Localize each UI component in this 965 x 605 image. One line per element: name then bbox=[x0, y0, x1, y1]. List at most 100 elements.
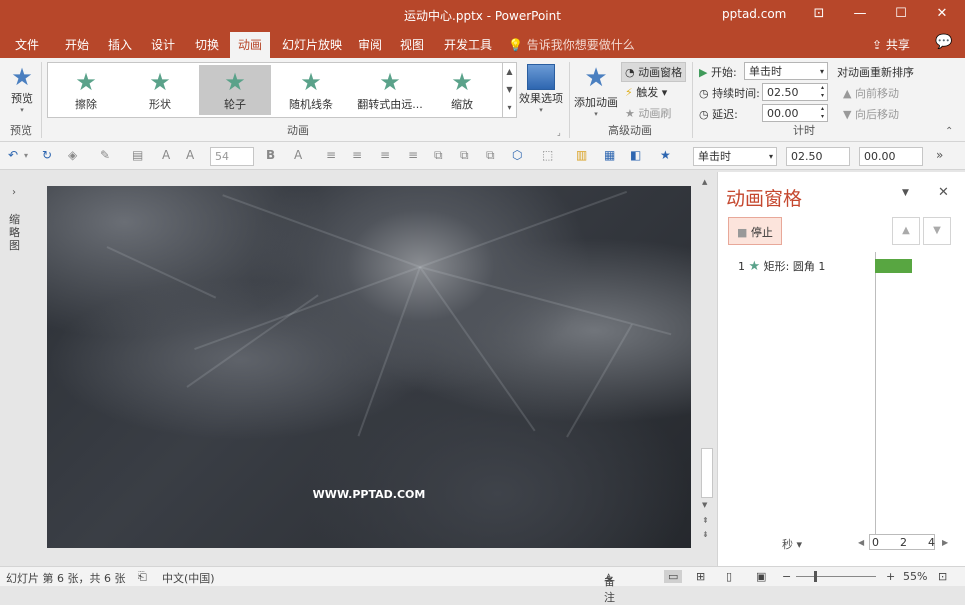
align-right-icon[interactable]: ≡ bbox=[380, 148, 390, 162]
slide-canvas[interactable]: WWW.PPTAD.COM bbox=[47, 186, 691, 548]
share-button[interactable]: ⇪ 共享 bbox=[872, 36, 910, 53]
redo-icon[interactable]: ↻ bbox=[42, 148, 52, 162]
slide-scrollbar[interactable]: ▲ ▼ ⇞ ⇟ bbox=[699, 178, 715, 548]
tab-developer[interactable]: 开发工具 bbox=[444, 36, 492, 53]
shapes-icon[interactable]: ⬡ bbox=[512, 148, 522, 162]
prev-slide-icon[interactable]: ⇞ bbox=[702, 516, 709, 525]
zoom-in-icon[interactable]: + bbox=[886, 570, 895, 583]
seconds-dropdown[interactable]: 秒 ▾ bbox=[782, 536, 802, 552]
justify-icon[interactable]: ≡ bbox=[408, 148, 418, 162]
font-size-field[interactable]: 54 bbox=[210, 147, 254, 166]
bold-icon[interactable]: B bbox=[266, 148, 275, 162]
dialog-launcher-icon[interactable]: ⌟ bbox=[557, 128, 561, 137]
duration-spinner[interactable]: 02.50 ▴ ▾ bbox=[762, 83, 828, 101]
tab-insert[interactable]: 插入 bbox=[108, 36, 132, 53]
comment-icon[interactable]: 💬 bbox=[935, 34, 952, 50]
chevron-down-icon[interactable]: ▾ bbox=[24, 151, 28, 160]
trigger-button[interactable]: ⚡ 触发 ▾ bbox=[625, 84, 667, 100]
reading-view-icon[interactable]: ▯ bbox=[726, 570, 732, 583]
tab-animations[interactable]: 动画 bbox=[230, 32, 271, 58]
tab-review[interactable]: 审阅 bbox=[358, 36, 382, 53]
timeline-right-icon[interactable]: ▶ bbox=[942, 538, 948, 547]
animation-painter-button[interactable]: ★ 动画刷 bbox=[625, 105, 671, 121]
start-select[interactable]: 单击时 ▾ bbox=[744, 62, 828, 80]
send-backward-icon[interactable]: ⧉ bbox=[486, 148, 495, 163]
move-down-button[interactable]: ▼ bbox=[923, 217, 951, 245]
gallery-item-random-bars[interactable]: ★ 随机线条 bbox=[275, 65, 347, 115]
select-icon[interactable]: ⬚ bbox=[542, 148, 553, 162]
account-name[interactable]: pptad.com bbox=[722, 7, 786, 21]
timeline-bar[interactable] bbox=[875, 259, 912, 273]
next-slide-icon[interactable]: ⇟ bbox=[702, 530, 709, 539]
layout-icon[interactable]: ▦ bbox=[604, 148, 615, 162]
scroll-down-icon[interactable]: ▼ bbox=[702, 501, 707, 509]
animation-list-item[interactable]: 1 ★ 矩形: 圆角 1 bbox=[738, 258, 825, 274]
language-indicator[interactable]: 中文(中国) bbox=[162, 570, 215, 586]
fill-icon[interactable]: ◈ bbox=[68, 148, 77, 162]
tab-slideshow[interactable]: 幻灯片放映 bbox=[282, 36, 342, 53]
stop-button[interactable]: ■ 停止 bbox=[728, 217, 782, 245]
slide-sorter-icon[interactable]: ⊞ bbox=[696, 570, 705, 583]
tab-design[interactable]: 设计 bbox=[151, 36, 175, 53]
format-painter-icon[interactable]: ▥ bbox=[576, 148, 587, 162]
minimize-button[interactable]: — bbox=[840, 0, 880, 30]
tab-transitions[interactable]: 切换 bbox=[195, 36, 219, 53]
move-earlier-button[interactable]: ▲ 向前移动 bbox=[843, 85, 899, 101]
gallery-item-grow-turn[interactable]: ★ 翻转式由远... bbox=[350, 65, 430, 115]
gallery-item-zoom[interactable]: ★ 缩放 bbox=[426, 65, 498, 115]
zoom-slider-thumb[interactable] bbox=[814, 571, 817, 582]
gallery-item-wipe[interactable]: ★ 擦除 bbox=[50, 65, 122, 115]
more-icon[interactable]: » bbox=[936, 148, 943, 162]
fit-slide-icon[interactable]: ⊡ bbox=[938, 570, 947, 583]
gallery-item-shape[interactable]: ★ 形状 bbox=[124, 65, 196, 115]
pane-options-icon[interactable]: ▼ bbox=[902, 188, 909, 198]
tab-file[interactable]: 文件 bbox=[15, 36, 39, 53]
tell-me-search[interactable]: 💡 告诉我你想要做什么 bbox=[508, 36, 635, 53]
pane-close-icon[interactable]: ✕ bbox=[938, 185, 949, 200]
effect-options-button[interactable]: 效果选项 ▾ bbox=[519, 64, 563, 114]
qat-delay-spinner[interactable]: 00.00 bbox=[859, 147, 923, 166]
animation-pane-button[interactable]: ◔ 动画窗格 bbox=[621, 62, 687, 82]
effect-star-icon[interactable]: ★ bbox=[660, 148, 671, 162]
spellcheck-icon[interactable]: ⎗ bbox=[138, 570, 147, 584]
tab-home[interactable]: 开始 bbox=[65, 36, 89, 53]
slideshow-view-icon[interactable]: ▣ bbox=[756, 570, 766, 583]
preview-button[interactable]: ★ 预览 ▾ bbox=[8, 64, 36, 114]
increase-font-icon[interactable]: A bbox=[162, 148, 170, 162]
scroll-up-icon[interactable]: ▲ bbox=[702, 178, 707, 186]
zoom-level[interactable]: 55% bbox=[903, 570, 927, 583]
collapse-ribbon-icon[interactable]: ⌃ bbox=[945, 126, 953, 137]
gallery-scroll-down[interactable]: ▼ bbox=[502, 81, 516, 99]
gallery-scroll-up[interactable]: ▲ bbox=[502, 63, 516, 81]
delay-spinner[interactable]: 00.00 ▴ ▾ bbox=[762, 104, 828, 122]
font-color-icon[interactable]: A bbox=[294, 148, 302, 162]
undo-icon[interactable]: ↶ bbox=[8, 148, 18, 162]
ribbon-display-icon[interactable]: ⊡ bbox=[799, 0, 839, 30]
move-later-button[interactable]: ▼ 向后移动 bbox=[843, 106, 899, 122]
normal-view-icon[interactable]: ▭ bbox=[664, 570, 683, 583]
maximize-button[interactable]: ☐ bbox=[881, 0, 921, 30]
zoom-slider-track[interactable] bbox=[796, 576, 876, 577]
qat-start-select[interactable]: 单击时 ▾ bbox=[693, 147, 777, 166]
scroll-thumb[interactable] bbox=[701, 448, 713, 498]
pen-icon[interactable]: ✎ bbox=[100, 148, 110, 162]
bring-forward-icon[interactable]: ⧉ bbox=[460, 148, 469, 163]
spinner-arrows-icon[interactable]: ▴ ▾ bbox=[821, 105, 824, 121]
tab-view[interactable]: 视图 bbox=[400, 36, 424, 53]
align-left-icon[interactable]: ≡ bbox=[326, 148, 336, 162]
align-center-icon[interactable]: ≡ bbox=[352, 148, 362, 162]
close-button[interactable]: ✕ bbox=[922, 0, 962, 30]
spinner-arrows-icon[interactable]: ▴ ▾ bbox=[821, 84, 824, 100]
timeline-left-icon[interactable]: ◀ bbox=[858, 538, 864, 547]
move-up-button[interactable]: ▲ bbox=[892, 217, 920, 245]
zoom-out-icon[interactable]: − bbox=[782, 570, 791, 583]
add-animation-button[interactable]: ★ 添加动画 ▾ bbox=[573, 62, 619, 118]
expand-chevron-icon[interactable]: › bbox=[12, 187, 16, 198]
gallery-more[interactable]: ▾ bbox=[502, 99, 516, 117]
qat-duration-spinner[interactable]: 02.50 bbox=[786, 147, 850, 166]
gallery-item-wheel[interactable]: ★ 轮子 bbox=[199, 65, 271, 115]
shape-fill-icon[interactable]: ◧ bbox=[630, 148, 641, 162]
textbox-icon[interactable]: ▤ bbox=[132, 148, 143, 162]
arrange-icon[interactable]: ⧉ bbox=[434, 148, 443, 163]
decrease-font-icon[interactable]: A bbox=[186, 148, 194, 162]
